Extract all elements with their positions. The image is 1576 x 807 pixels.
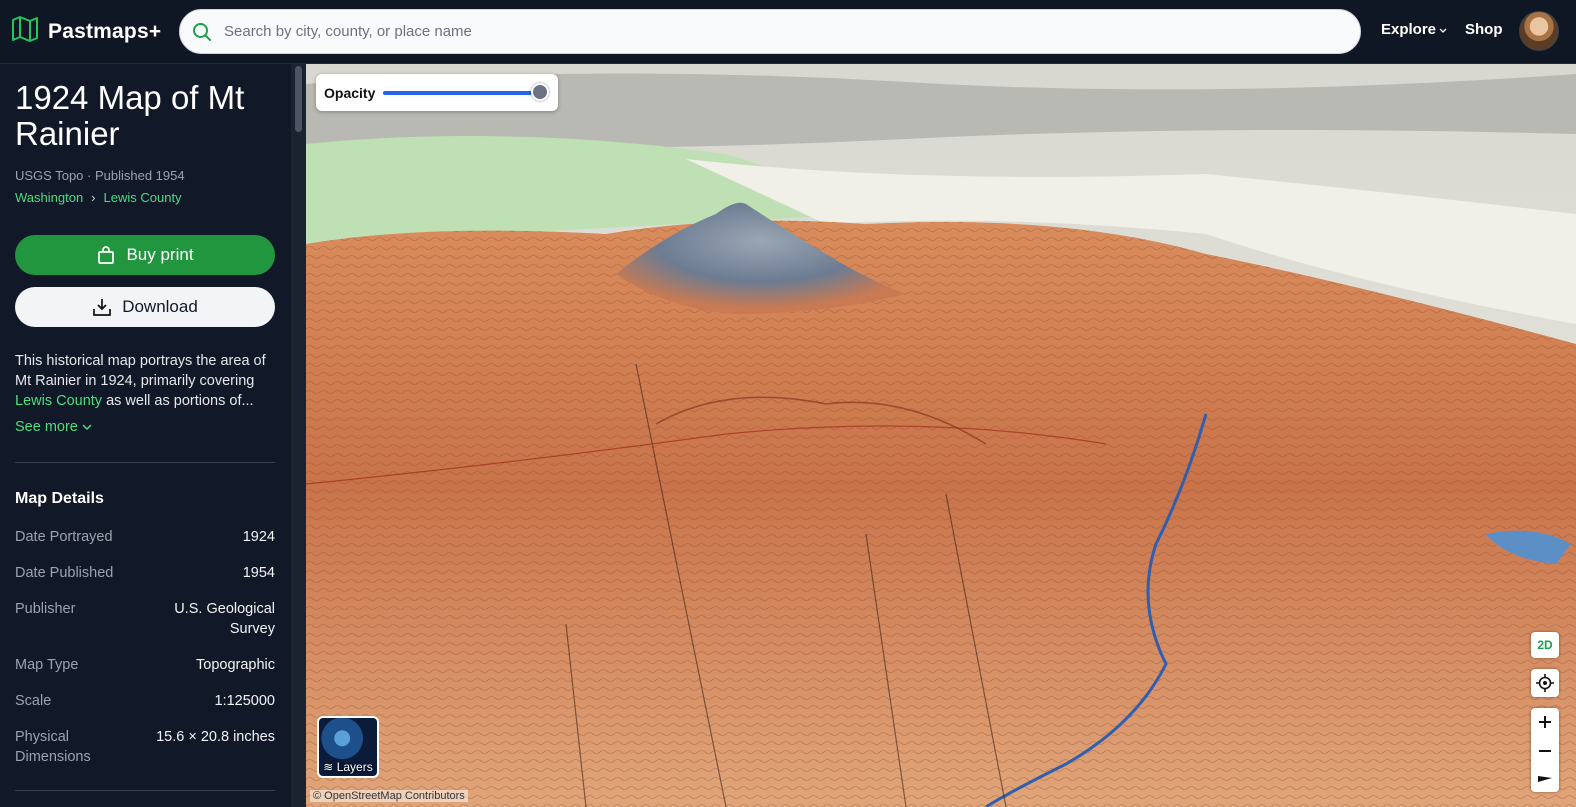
map-details-heading: Map Details [15,490,104,507]
zoom-in-icon[interactable] [1538,715,1552,729]
layers-icon: ≋ [323,760,334,774]
toggle-2d-button[interactable]: 2D [1531,632,1559,658]
detail-value: 1954 [242,565,275,581]
detail-row: Date Portrayed 1924 [15,527,275,547]
detail-key: Date Published [15,565,114,581]
detail-row: Map Type Topographic [15,655,275,675]
compass-icon[interactable] [1537,773,1553,785]
breadcrumb-state[interactable]: Washington [15,190,83,205]
divider [15,462,275,463]
detail-key: Map Type [15,657,79,673]
download-button[interactable]: Download [15,287,275,327]
layers-label-text: Layers [336,760,373,774]
shopping-bag-icon [96,245,116,265]
terrain-map-image [306,64,1576,807]
nav-explore[interactable]: Explore [1381,21,1447,38]
map-description: This historical map portrays the area of… [15,351,277,411]
toggle-2d-label: 2D [1537,638,1553,652]
top-bar: Pastmaps+ Explore Shop [0,0,1576,64]
description-county-link[interactable]: Lewis County [15,393,102,409]
breadcrumb-county[interactable]: Lewis County [104,190,182,205]
breadcrumb: Washington › Lewis County [15,190,182,205]
search-input[interactable] [224,23,1324,40]
map-icon [10,14,40,49]
map-view[interactable]: Opacity ≋ Layers © OpenStreetMap Contrib… [306,64,1576,807]
layers-label: ≋ Layers [319,760,377,774]
opacity-slider-handle[interactable] [531,83,549,101]
detail-row: Publisher U.S. Geological Survey [15,599,275,639]
crosshair-icon [1536,674,1554,692]
detail-row: Date Published 1954 [15,563,275,583]
description-text-end: as well as portions of... [102,393,254,409]
detail-key: Scale [15,693,52,709]
user-avatar[interactable] [1519,11,1559,51]
nav-explore-label: Explore [1381,21,1437,38]
buy-print-label: Buy print [126,245,194,264]
search-icon [192,22,212,42]
detail-key: Publisher [15,601,76,617]
chevron-down-icon [82,423,92,431]
detail-row: Physical Dimensions 15.6 × 20.8 inches [15,727,275,767]
opacity-label: Opacity [324,84,376,101]
detail-value: U.S. Geological Survey [174,601,275,637]
detail-value: 1:125000 [214,693,275,709]
download-icon [92,297,112,317]
nav-shop[interactable]: Shop [1465,21,1503,38]
search-bar[interactable] [179,9,1361,54]
layers-button[interactable]: ≋ Layers [317,716,379,778]
zoom-out-icon[interactable] [1538,744,1552,758]
chevron-down-icon [1439,21,1447,38]
opacity-slider-track[interactable] [383,91,540,95]
see-more-button[interactable]: See more [15,419,92,435]
map-info-sidebar: 1924 Map of Mt Rainier USGS Topo · Publi… [0,64,291,807]
breadcrumb-separator: › [91,190,96,205]
detail-key: Physical Dimensions [15,729,91,765]
download-label: Download [122,297,198,316]
opacity-control: Opacity [316,74,558,111]
detail-key: Date Portrayed [15,529,113,545]
brand-logo[interactable]: Pastmaps+ [10,14,178,49]
see-more-label: See more [15,419,78,435]
detail-value: Topographic [196,657,275,673]
description-text: This historical map portrays the area of… [15,353,266,389]
sidebar-scrollbar-thumb[interactable] [295,66,302,132]
detail-row: Scale 1:125000 [15,691,275,711]
divider [15,790,275,791]
page-title: 1924 Map of Mt Rainier [15,79,245,152]
brand-name: Pastmaps+ [48,19,162,43]
buy-print-button[interactable]: Buy print [15,235,275,275]
locate-button[interactable] [1531,669,1559,697]
sidebar-scrollbar[interactable] [291,64,306,807]
map-attribution[interactable]: © OpenStreetMap Contributors [310,790,468,802]
detail-value: 15.6 × 20.8 inches [156,729,275,745]
zoom-controls [1531,708,1559,792]
map-meta: USGS Topo · Published 1954 [15,168,185,183]
detail-value: 1924 [242,529,275,545]
